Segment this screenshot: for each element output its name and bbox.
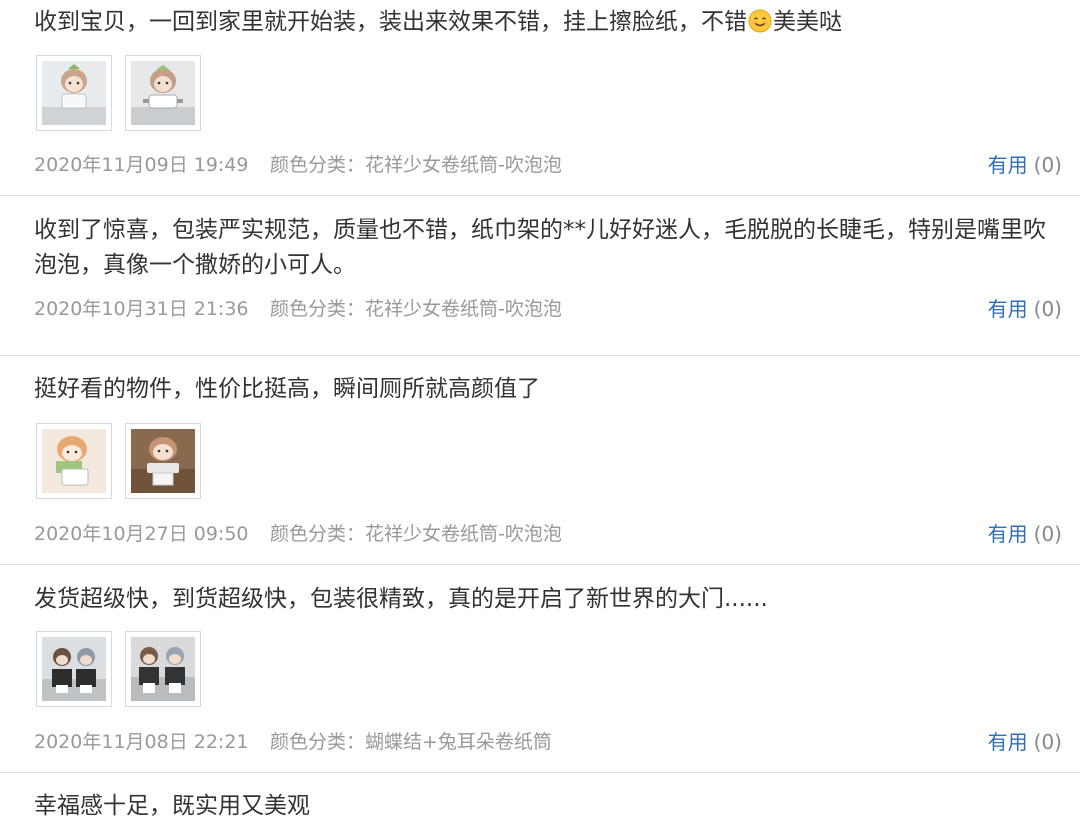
useful-control: 有用 (0) [988,727,1062,757]
review-text: 挺好看的物件，性价比挺高，瞬间厕所就高颜值了 [34,372,1060,407]
doll-tissue-holder-image [42,61,106,125]
review-meta: 2020年10月31日 21:36 颜色分类：花祥少女卷纸筒-吹泡泡 有用 (0) [34,294,1062,324]
useful-control: 有用 (0) [988,150,1062,180]
review-text-main: 收到宝贝，一回到家里就开始装，装出来效果不错，挂上擦脸纸，不错 [34,9,747,35]
doll-tissue-holder-image [131,429,195,493]
review-text-main: 发货超级快，到货超级快，包装很精致，真的是开启了新世界的大门...... [34,586,768,612]
review-text: 收到了惊喜，包装严实规范，质量也不错，纸巾架的**儿好好迷人，毛脱脱的长睫毛，特… [34,213,1060,283]
review-date: 2020年10月31日 21:36 [34,298,249,320]
review-photo-thumbnail[interactable] [36,423,112,499]
useful-count: (0) [1033,730,1062,754]
useful-count: (0) [1033,522,1062,546]
review-photo-thumbnail[interactable] [36,631,112,707]
useful-control: 有用 (0) [988,294,1062,324]
useful-count: (0) [1033,297,1062,321]
doll-tissue-holder-image [42,429,106,493]
review-photo-thumbnail[interactable] [36,55,112,131]
review-text: 幸福感十足，既实用又美观 [34,789,1060,824]
useful-button[interactable]: 有用 [988,522,1028,546]
review-item: 幸福感十足，既实用又美观 [0,773,1080,832]
review-text-line: 泡泡，真像一个撒娇的小可人。 [34,252,356,278]
review-text-tail: 美美哒 [773,9,842,35]
review-text-line: 收到了惊喜，包装严实规范，质量也不错，纸巾架的**儿好好迷人，毛脱脱的长睫毛，特… [34,217,1046,243]
useful-button[interactable]: 有用 [988,153,1028,177]
review-date: 2020年11月08日 22:21 [34,731,249,753]
review-date: 2020年11月09日 19:49 [34,154,249,176]
review-photo-thumbnail[interactable] [125,55,201,131]
review-item: 挺好看的物件，性价比挺高，瞬间厕所就高颜值了 2020年10月27日 09:50… [0,356,1080,565]
review-text: 发货超级快，到货超级快，包装很精致，真的是开启了新世界的大门...... [34,582,1060,617]
review-text: 收到宝贝，一回到家里就开始装，装出来效果不错，挂上擦脸纸，不错 美美哒 [34,5,1060,40]
review-variant: 颜色分类：花祥少女卷纸筒-吹泡泡 [270,154,562,176]
review-text-main: 挺好看的物件，性价比挺高，瞬间厕所就高颜值了 [34,376,540,402]
review-variant: 颜色分类：蝴蝶结+兔耳朵卷纸筒 [270,731,552,753]
review-photo-thumbnail[interactable] [125,423,201,499]
review-item: 收到了惊喜，包装严实规范，质量也不错，纸巾架的**儿好好迷人，毛脱脱的长睫毛，特… [0,196,1080,356]
doll-tissue-holder-image [131,637,195,701]
review-photo-thumbnail[interactable] [125,631,201,707]
smiling-face-icon [748,9,772,33]
review-text-main: 幸福感十足，既实用又美观 [34,793,310,819]
review-meta: 2020年10月27日 09:50 颜色分类：花祥少女卷纸筒-吹泡泡 有用 (0) [34,519,1062,549]
useful-count: (0) [1033,153,1062,177]
review-item: 发货超级快，到货超级快，包装很精致，真的是开启了新世界的大门...... 202… [0,565,1080,773]
review-variant: 颜色分类：花祥少女卷纸筒-吹泡泡 [270,298,562,320]
useful-control: 有用 (0) [988,519,1062,549]
doll-tissue-holder-image [42,637,106,701]
doll-tissue-holder-image [131,61,195,125]
review-meta: 2020年11月08日 22:21 颜色分类：蝴蝶结+兔耳朵卷纸筒 有用 (0) [34,727,1062,757]
review-item: 收到宝贝，一回到家里就开始装，装出来效果不错，挂上擦脸纸，不错 美美哒 2020… [0,0,1080,196]
useful-button[interactable]: 有用 [988,297,1028,321]
review-meta: 2020年11月09日 19:49 颜色分类：花祥少女卷纸筒-吹泡泡 有用 (0) [34,150,1062,180]
review-date: 2020年10月27日 09:50 [34,523,249,545]
useful-button[interactable]: 有用 [988,730,1028,754]
review-variant: 颜色分类：花祥少女卷纸筒-吹泡泡 [270,523,562,545]
